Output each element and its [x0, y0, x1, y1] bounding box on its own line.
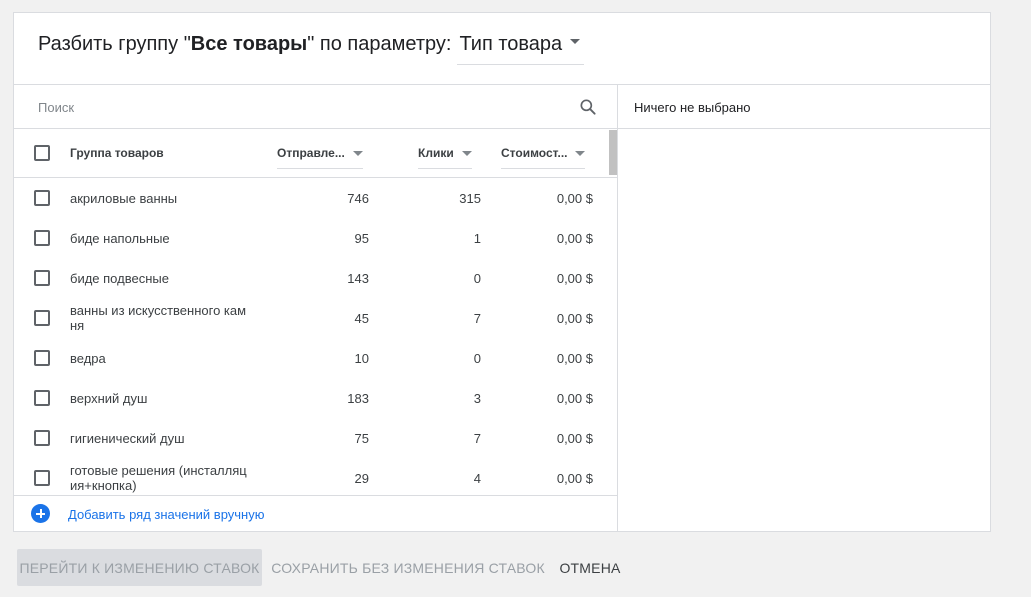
- row-checkbox[interactable]: [34, 230, 50, 246]
- add-values-label: Добавить ряд значений вручную: [68, 507, 265, 522]
- sort-caret-icon: [461, 150, 472, 156]
- row-submitted: 75: [354, 430, 369, 446]
- add-values-manually-button[interactable]: Добавить ряд значений вручную: [14, 495, 617, 531]
- row-clicks: 7: [473, 430, 481, 446]
- header-group: Группа товаров: [70, 146, 164, 160]
- row-checkbox[interactable]: [34, 430, 50, 446]
- row-cost: 0,00 $: [556, 190, 593, 206]
- row-name: верхний душ: [70, 390, 148, 406]
- row-name: ванны из искусственного кам ня: [70, 303, 247, 333]
- header-cost[interactable]: Стоимост...: [501, 146, 586, 169]
- row-submitted: 29: [354, 470, 369, 486]
- table-row: гигиенический душ 75 7 0,00 $: [14, 418, 617, 458]
- row-name: биде напольные: [70, 230, 170, 246]
- row-cost: 0,00 $: [556, 390, 593, 406]
- row-submitted: 143: [347, 270, 369, 286]
- row-cost: 0,00 $: [556, 230, 593, 246]
- add-circle-icon: [31, 504, 50, 523]
- row-checkbox[interactable]: [34, 390, 50, 406]
- row-submitted: 95: [354, 230, 369, 246]
- title-middle: " по параметру:: [307, 33, 452, 55]
- row-name: готовые решения (инсталляц ия+кнопка): [70, 463, 247, 493]
- row-checkbox[interactable]: [34, 190, 50, 206]
- table-row: акриловые ванны 746 315 0,00 $: [14, 178, 617, 218]
- header-clicks-label: Клики: [418, 146, 454, 160]
- row-name: гигиенический душ: [70, 430, 185, 446]
- title-prefix: Разбить группу ": [38, 33, 191, 55]
- row-clicks: 1: [473, 230, 481, 246]
- row-cost: 0,00 $: [556, 270, 593, 286]
- row-name: ведра: [70, 350, 106, 366]
- dialog-header: Разбить группу " Все товары " по параметру…: [14, 13, 990, 85]
- table-body: акриловые ванны 746 315 0,00 $ биде напо…: [14, 178, 617, 495]
- table-row: готовые решения (инсталляц ия+кнопка) 29…: [14, 458, 617, 495]
- table-row: ванны из искусственного кам ня 45 7 0,00…: [14, 298, 617, 338]
- values-panel: Группа товаров Отправле... Клики Стоимос…: [14, 85, 618, 531]
- row-submitted: 10: [354, 350, 369, 366]
- header-submitted-label: Отправле...: [277, 146, 345, 160]
- table-row: ведра 10 0 0,00 $: [14, 338, 617, 378]
- table-row: биде напольные 95 1 0,00 $: [14, 218, 617, 258]
- save-without-bids-button[interactable]: СОХРАНИТЬ БЕЗ ИЗМЕНЕНИЯ СТАВОК: [271, 549, 544, 586]
- row-checkbox[interactable]: [34, 310, 50, 326]
- chevron-down-icon: [570, 39, 581, 44]
- row-cost: 0,00 $: [556, 470, 593, 486]
- row-cost: 0,00 $: [556, 310, 593, 326]
- dialog-title: Разбить группу " Все товары " по параметру…: [38, 33, 585, 65]
- table-header: Группа товаров Отправле... Клики Стоимос…: [14, 129, 617, 178]
- search-input[interactable]: [38, 97, 558, 117]
- select-all-checkbox[interactable]: [34, 145, 50, 161]
- row-checkbox[interactable]: [34, 470, 50, 486]
- row-name: биде подвесные: [70, 270, 169, 286]
- go-to-bids-button[interactable]: ПЕРЕЙТИ К ИЗМЕНЕНИЮ СТАВОК: [17, 549, 262, 586]
- table-row: верхний душ 183 3 0,00 $: [14, 378, 617, 418]
- row-submitted: 183: [347, 390, 369, 406]
- dimension-value: Тип товара: [459, 33, 563, 55]
- row-cost: 0,00 $: [556, 350, 593, 366]
- row-checkbox[interactable]: [34, 270, 50, 286]
- header-clicks[interactable]: Клики: [418, 146, 472, 169]
- table-row: биде подвесные 143 0 0,00 $: [14, 258, 617, 298]
- row-clicks: 4: [473, 470, 481, 486]
- table-scrollbar[interactable]: [609, 130, 617, 175]
- row-submitted: 45: [354, 310, 369, 326]
- cancel-button[interactable]: ОТМЕНА: [552, 549, 628, 586]
- sort-caret-icon: [575, 150, 586, 156]
- dimension-dropdown[interactable]: Тип товара: [457, 33, 585, 65]
- header-cost-label: Стоимост...: [501, 146, 568, 160]
- row-name: акриловые ванны: [70, 190, 178, 206]
- search-bar: [14, 85, 617, 129]
- sort-caret-icon: [352, 150, 363, 156]
- row-checkbox[interactable]: [34, 350, 50, 366]
- row-clicks: 0: [473, 270, 481, 286]
- row-clicks: 315: [459, 190, 481, 206]
- header-submitted[interactable]: Отправле...: [277, 146, 363, 169]
- group-name: Все товары: [190, 33, 308, 55]
- top-strip: [0, 0, 1031, 12]
- row-clicks: 0: [473, 350, 481, 366]
- search-icon[interactable]: [578, 97, 598, 117]
- row-submitted: 746: [347, 190, 369, 206]
- subdivide-dialog: Разбить группу " Все товары " по параметру…: [13, 12, 991, 532]
- row-clicks: 7: [473, 310, 481, 326]
- row-clicks: 3: [473, 390, 481, 406]
- row-cost: 0,00 $: [556, 430, 593, 446]
- selection-panel: Ничего не выбрано: [618, 85, 990, 531]
- selection-status: Ничего не выбрано: [618, 85, 990, 129]
